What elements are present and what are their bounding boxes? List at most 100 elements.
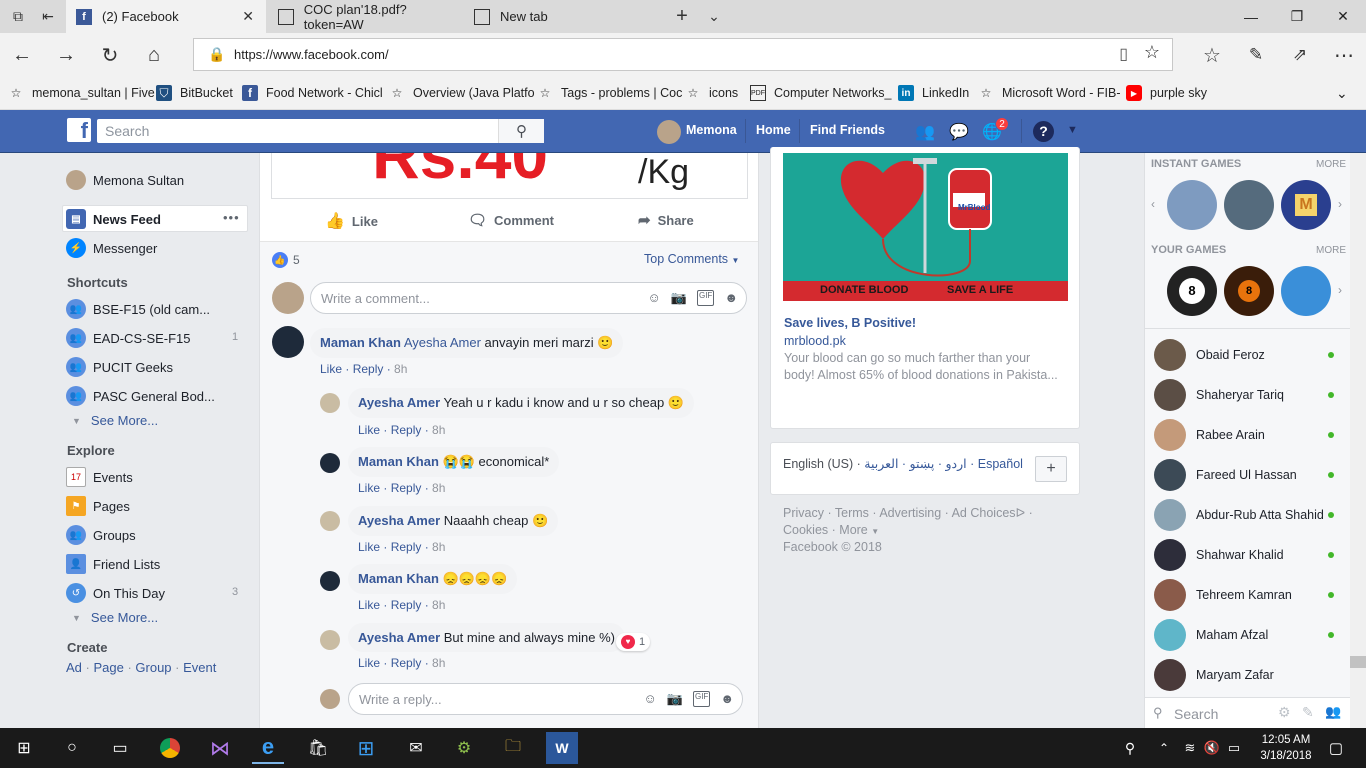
create-group-link[interactable]: Group: [135, 660, 171, 675]
favorites-chevron-icon[interactable]: ⌄: [1336, 85, 1348, 102]
chat-friend[interactable]: Rabee Arain: [1154, 417, 1344, 453]
gear-icon[interactable]: ⚙: [1278, 704, 1291, 721]
windows-icon[interactable]: ⊞: [350, 732, 382, 764]
comment-reply-link[interactable]: Reply: [391, 481, 422, 495]
comment-like-link[interactable]: Like: [358, 540, 380, 554]
back-arrow-icon[interactable]: ←: [6, 39, 38, 71]
fav-item[interactable]: ☆ Tags - problems | Coc: [537, 85, 683, 101]
other-languages[interactable]: اردو · پښتو · العربية ·: [864, 457, 974, 471]
comment-reply-link[interactable]: Reply: [391, 423, 422, 437]
tab-new-tab[interactable]: New tab: [464, 0, 664, 33]
compose-icon[interactable]: ✎: [1302, 704, 1314, 721]
news-feed-link[interactable]: ▤ News Feed: [66, 209, 161, 229]
comment-button[interactable]: 🗨 Comment: [468, 211, 554, 229]
cortana-icon[interactable]: ○: [56, 732, 88, 764]
tab-manager-icon[interactable]: ⧉: [2, 0, 34, 32]
refresh-icon[interactable]: ↻: [94, 39, 126, 71]
back-tabs-icon[interactable]: ⇤: [32, 0, 64, 32]
game-thumbnail[interactable]: [1281, 266, 1331, 316]
chevron-right-icon[interactable]: ›: [1338, 197, 1342, 211]
comment-time[interactable]: 8h: [432, 481, 445, 495]
comment-like-link[interactable]: Like: [358, 656, 380, 670]
android-studio-icon[interactable]: ⚙: [448, 732, 480, 764]
comment-reply-link[interactable]: Reply: [391, 540, 422, 554]
reading-view-icon[interactable]: ▯: [1119, 44, 1128, 64]
gif-icon[interactable]: GIF: [692, 691, 711, 707]
ad-title[interactable]: Save lives, B Positive!: [784, 316, 916, 330]
tab-coc-plan[interactable]: COC plan'18.pdf?token=AW: [268, 0, 464, 33]
chat-friend[interactable]: Fareed Ul Hassan: [1154, 457, 1344, 493]
ad-image[interactable]: MrBlood DONATE BLOOD SAVE A LIFE: [783, 153, 1068, 301]
visual-studio-icon[interactable]: ⋈: [204, 732, 236, 764]
create-event-link[interactable]: Event: [183, 660, 216, 675]
comment-author[interactable]: Ayesha Amer: [358, 513, 440, 528]
home-icon[interactable]: ⌂: [138, 39, 170, 71]
chat-friend[interactable]: Tehreem Kamran: [1154, 577, 1344, 613]
shortcut-item[interactable]: 👥 PUCIT Geeks: [66, 357, 173, 377]
game-thumbnail[interactable]: 8: [1167, 266, 1217, 316]
news-feed-options-icon[interactable]: •••: [223, 210, 240, 225]
add-favorite-star-icon[interactable]: ☆: [1144, 42, 1160, 63]
profile-avatar[interactable]: [657, 120, 681, 144]
reaction-badge[interactable]: ♥ 1: [616, 633, 651, 651]
shortcut-item[interactable]: 👥 EAD-CS-SE-F15: [66, 328, 191, 348]
profile-link[interactable]: Memona: [686, 123, 737, 137]
explore-item-friend-lists[interactable]: 👤 Friend Lists: [66, 554, 160, 574]
chat-friend[interactable]: Abdur-Rub Atta Shahid: [1154, 497, 1344, 533]
comment-author[interactable]: Ayesha Amer: [358, 630, 440, 645]
gif-icon[interactable]: GIF: [696, 290, 715, 306]
fav-item[interactable]: ▶ purple sky: [1126, 85, 1207, 101]
messenger-link[interactable]: ⚡ Messenger: [66, 238, 157, 258]
tab-list-chevron-icon[interactable]: ⌄: [698, 0, 730, 32]
write-comment-input[interactable]: Write a comment... ☺ 📷 GIF ☻: [310, 282, 747, 314]
comment-reply-link[interactable]: Reply: [353, 362, 384, 376]
explore-item-pages[interactable]: ⚑ Pages: [66, 496, 130, 516]
messenger-icon[interactable]: 💬: [948, 121, 970, 143]
ad-choices-link[interactable]: Ad Choices: [952, 506, 1016, 520]
add-language-button[interactable]: +: [1035, 456, 1067, 482]
chat-friend[interactable]: Obaid Feroz: [1154, 337, 1344, 373]
mail-icon[interactable]: ✉: [400, 732, 432, 764]
find-friends-link[interactable]: Find Friends: [810, 123, 885, 137]
scrollbar-thumb[interactable]: [1350, 656, 1366, 668]
comment-reply-link[interactable]: Reply: [391, 598, 422, 612]
terms-link[interactable]: Terms: [835, 506, 869, 520]
sticker-icon[interactable]: ☻: [724, 290, 738, 306]
cookies-link[interactable]: Cookies: [783, 523, 828, 537]
comment-time[interactable]: 8h: [432, 656, 445, 670]
chat-friend[interactable]: Shaheryar Tariq: [1154, 377, 1344, 413]
comment-author[interactable]: Ayesha Amer: [358, 395, 440, 410]
sticker-icon[interactable]: ☻: [720, 691, 734, 707]
page-scrollbar[interactable]: [1350, 153, 1366, 728]
new-tab-plus-icon[interactable]: +: [666, 0, 698, 32]
shortcut-item[interactable]: 👥 PASC General Bod...: [66, 386, 215, 406]
friend-requests-icon[interactable]: 👥: [914, 121, 936, 143]
favorites-hub-icon[interactable]: ☆: [1196, 39, 1228, 71]
search-icon[interactable]: ⚲: [498, 119, 544, 143]
explore-item-on-this-day[interactable]: ↺ On This Day: [66, 583, 165, 603]
game-thumbnail[interactable]: [1224, 180, 1274, 230]
fav-item[interactable]: in LinkedIn: [898, 85, 969, 101]
reaction-summary[interactable]: 👍 5: [272, 252, 300, 268]
game-thumbnail[interactable]: M: [1281, 180, 1331, 230]
ad-domain[interactable]: mrblood.pk: [784, 334, 846, 348]
comment-time[interactable]: 8h: [394, 362, 407, 376]
comment-time[interactable]: 8h: [432, 423, 445, 437]
spanish-language[interactable]: Español: [978, 457, 1023, 471]
your-games-more[interactable]: MORE: [1316, 245, 1346, 256]
comment-author[interactable]: Maman Khan: [358, 571, 439, 586]
account-menu-chevron-icon[interactable]: ▼: [1067, 124, 1078, 136]
close-window-icon[interactable]: ✕: [1320, 0, 1366, 33]
edge-browser-icon[interactable]: e: [252, 732, 284, 764]
emoji-icon[interactable]: ☺: [644, 691, 657, 707]
see-more-shortcuts[interactable]: ▼ See More...: [72, 413, 158, 428]
restore-icon[interactable]: ❐: [1274, 0, 1320, 33]
people-icon[interactable]: ⚲: [1114, 732, 1146, 764]
comment-author[interactable]: Maman Khan: [320, 335, 401, 350]
game-thumbnail[interactable]: 8: [1224, 266, 1274, 316]
comment-like-link[interactable]: Like: [358, 423, 380, 437]
advertising-link[interactable]: Advertising: [879, 506, 941, 520]
fav-item[interactable]: ⛉ BitBucket: [156, 85, 233, 101]
chat-friend[interactable]: Maryam Zafar: [1154, 657, 1344, 693]
camera-icon[interactable]: 📷: [667, 691, 683, 707]
